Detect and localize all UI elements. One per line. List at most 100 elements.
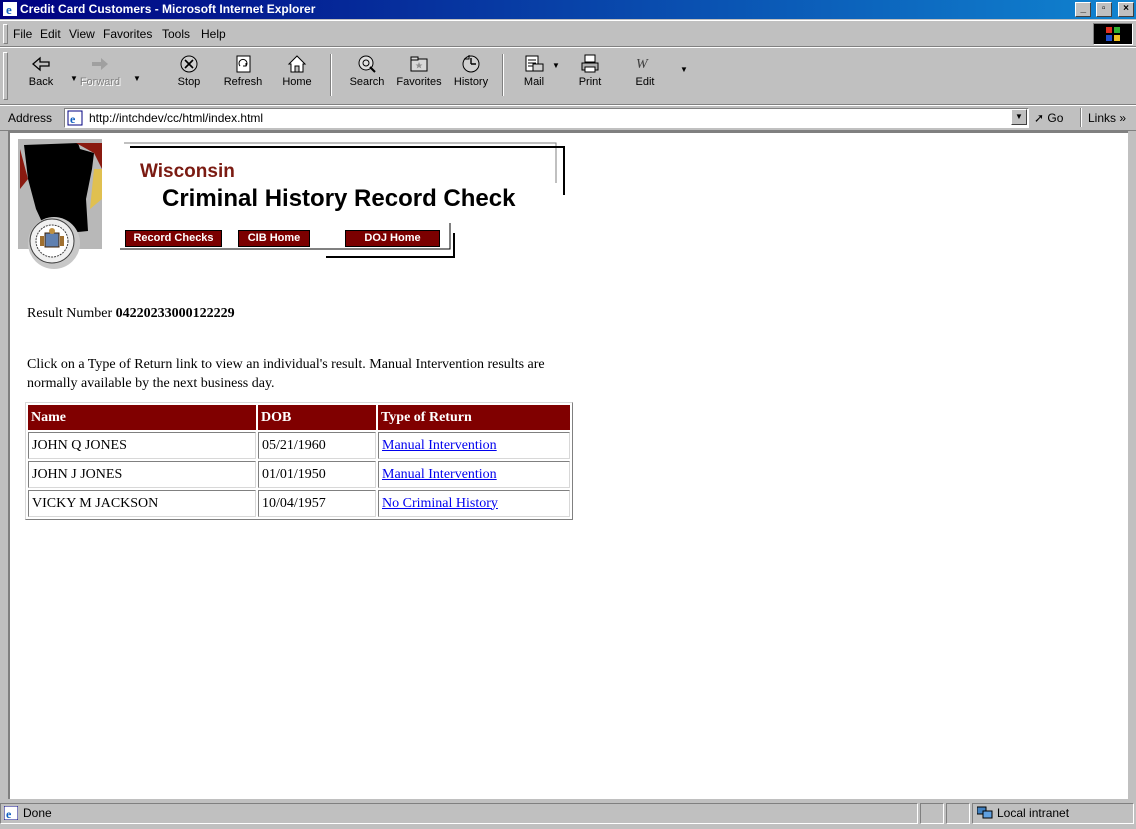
edit-icon: W (636, 57, 649, 72)
cell-dob: 01/01/1950 (258, 461, 376, 488)
refresh-button[interactable]: Refresh (218, 51, 268, 99)
edit-button[interactable]: W Edit (620, 51, 670, 99)
table-header-row: Name DOB Type of Return (28, 405, 570, 430)
status-text: Done (23, 806, 52, 820)
svg-text:W: W (636, 57, 649, 72)
search-icon (358, 55, 376, 73)
nav-cib-home-button[interactable]: CIB Home (238, 230, 310, 247)
address-input[interactable]: e http://intchdev/cc/html/index.html (64, 108, 1029, 128)
result-number-line: Result Number 04220233000122229 (27, 306, 235, 322)
mail-icon (525, 55, 544, 72)
forward-button[interactable]: Forward (75, 51, 125, 99)
history-icon (462, 55, 480, 73)
print-icon (581, 54, 599, 73)
result-number-label: Result Number (27, 306, 113, 321)
cell-dob: 10/04/1957 (258, 490, 376, 517)
cell-name: JOHN J JONES (28, 461, 256, 488)
menu-edit[interactable]: Edit (40, 27, 61, 41)
go-button[interactable]: ➚ Go (1034, 111, 1063, 125)
status-pane-empty (920, 803, 944, 824)
address-label: Address (8, 111, 53, 125)
cell-type-of-return: Manual Intervention (378, 432, 570, 459)
home-label: Home (282, 76, 312, 88)
banner-title: Criminal History Record Check (162, 185, 516, 212)
home-icon (287, 55, 307, 73)
menu-tools[interactable]: Tools (162, 27, 190, 41)
forward-dropdown-icon[interactable]: ▼ (133, 74, 141, 83)
col-header-dob: DOB (258, 405, 376, 430)
refresh-label: Refresh (223, 76, 263, 88)
windows-logo-throbber (1093, 23, 1133, 45)
forward-label: Forward (79, 76, 121, 88)
address-url[interactable]: http://intchdev/cc/html/index.html (89, 111, 263, 125)
history-button[interactable]: History (446, 51, 496, 99)
mail-button[interactable]: Mail (509, 51, 559, 99)
cell-name: JOHN Q JONES (28, 432, 256, 459)
mail-dropdown-icon[interactable]: ▼ (552, 61, 560, 70)
menu-favorites[interactable]: Favorites (103, 27, 152, 41)
table-row: JOHN J JONES 01/01/1950 Manual Intervent… (28, 461, 570, 488)
forward-arrow-icon (92, 58, 108, 70)
type-of-return-link[interactable]: No Criminal History (382, 496, 498, 511)
mail-label: Mail (523, 76, 545, 88)
cell-dob: 05/21/1960 (258, 432, 376, 459)
toolbar-separator (330, 54, 332, 96)
minimize-button[interactable]: _ (1075, 2, 1092, 17)
back-label: Back (28, 76, 54, 88)
col-header-type-of-return: Type of Return (378, 405, 570, 430)
windows-logo-icon (1106, 27, 1120, 41)
svg-text:e: e (6, 2, 12, 16)
stop-icon (180, 55, 198, 73)
stop-label: Stop (177, 76, 201, 88)
links-separator (1080, 108, 1082, 127)
cell-type-of-return: No Criminal History (378, 490, 570, 517)
col-header-name: Name (28, 405, 256, 430)
internet-explorer-icon: e (3, 2, 17, 16)
page-icon: e (67, 110, 83, 126)
menu-file[interactable]: File (13, 27, 32, 41)
nav-record-checks-button[interactable]: Record Checks (125, 230, 222, 247)
type-of-return-link[interactable]: Manual Intervention (382, 438, 497, 453)
local-intranet-icon (977, 806, 993, 819)
search-label: Search (349, 76, 385, 88)
standard-toolbar: Back ▼ Forward ▼ Stop Refresh Home Searc… (0, 47, 1136, 105)
window-title-bar[interactable]: e Credit Card Customers - Microsoft Inte… (0, 0, 1136, 19)
edit-dropdown-icon[interactable]: ▼ (680, 65, 688, 74)
close-button[interactable]: × (1118, 2, 1134, 17)
address-bar: Address e http://intchdev/cc/html/index.… (0, 105, 1136, 131)
nav-doj-home-button[interactable]: DOJ Home (345, 230, 440, 247)
back-arrow-icon (32, 56, 50, 72)
cell-name: VICKY M JACKSON (28, 490, 256, 517)
favorites-button[interactable]: Favorites (394, 51, 444, 99)
menu-help[interactable]: Help (201, 27, 226, 41)
menu-bar: File Edit View Favorites Tools Help (0, 20, 1136, 47)
status-bar: e Done Local intranet (0, 800, 1136, 829)
toolbar-grip[interactable] (3, 52, 8, 100)
search-button[interactable]: Search (342, 51, 392, 99)
window-right-edge (1128, 131, 1136, 799)
links-button[interactable]: Links » (1088, 111, 1126, 125)
address-dropdown-button[interactable]: ▼ (1011, 109, 1027, 125)
page-banner: Wisconsin Criminal History Record Check … (10, 133, 570, 273)
status-pane-empty (946, 803, 970, 824)
favorites-icon (410, 56, 428, 72)
cell-type-of-return: Manual Intervention (378, 461, 570, 488)
history-label: History (453, 76, 489, 88)
print-label: Print (578, 76, 602, 88)
stop-button[interactable]: Stop (164, 51, 214, 99)
print-button[interactable]: Print (565, 51, 615, 99)
instructions-text: Click on a Type of Return link to view a… (27, 357, 545, 391)
banner-state: Wisconsin (140, 161, 235, 182)
go-label: Go (1047, 111, 1064, 125)
window-title: Credit Card Customers - Microsoft Intern… (20, 2, 316, 16)
maximize-button[interactable]: ▫ (1095, 2, 1112, 17)
edit-label: Edit (635, 76, 655, 88)
menu-grip[interactable] (3, 24, 8, 44)
type-of-return-link[interactable]: Manual Intervention (382, 467, 497, 482)
table-row: VICKY M JACKSON 10/04/1957 No Criminal H… (28, 490, 570, 517)
home-button[interactable]: Home (272, 51, 322, 99)
back-button[interactable]: Back (16, 51, 66, 99)
svg-text:e: e (6, 807, 12, 820)
menu-view[interactable]: View (69, 27, 95, 41)
table-row: JOHN Q JONES 05/21/1960 Manual Intervent… (28, 432, 570, 459)
